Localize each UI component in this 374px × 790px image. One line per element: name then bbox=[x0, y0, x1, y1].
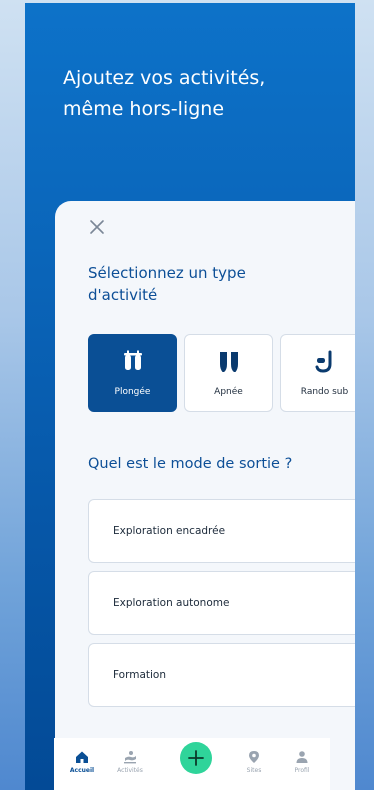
plus-icon bbox=[188, 750, 204, 766]
profile-icon bbox=[296, 751, 308, 763]
mode-option-exploration-encadree[interactable]: Exploration encadrée bbox=[88, 499, 355, 563]
promo-panel: Ajoutez vos activités, même hors-ligne S… bbox=[25, 3, 355, 790]
nav-item-accueil[interactable]: Accueil bbox=[62, 750, 102, 774]
activity-type-rando-sub[interactable]: Rando sub bbox=[280, 334, 355, 412]
activity-type-label: Apnée bbox=[214, 387, 243, 397]
add-activity-sheet: Sélectionnez un type d'activité Plongée … bbox=[55, 201, 355, 790]
nav-label: Accueil bbox=[69, 767, 95, 774]
sheet-title: Sélectionnez un type d'activité bbox=[88, 264, 246, 304]
nav-item-profil[interactable]: Profil bbox=[282, 750, 322, 774]
mode-option-label: Formation bbox=[113, 669, 166, 681]
activity-type-selector: Plongée Apnée Rando sub bbox=[88, 334, 355, 412]
mode-option-formation[interactable]: Formation bbox=[88, 643, 355, 707]
activities-icon bbox=[124, 751, 136, 764]
mode-option-label: Exploration encadrée bbox=[113, 525, 226, 537]
close-button[interactable] bbox=[88, 218, 106, 236]
location-pin-icon bbox=[249, 751, 259, 763]
nav-item-activites[interactable]: Activités bbox=[110, 750, 150, 774]
add-activity-button[interactable] bbox=[180, 742, 212, 774]
snorkel-icon bbox=[315, 350, 331, 373]
bottom-navigation: Accueil Activités Sites Profil bbox=[54, 738, 330, 790]
activity-type-plongee[interactable]: Plongée bbox=[88, 334, 177, 412]
mode-option-label: Exploration autonome bbox=[113, 597, 230, 609]
nav-item-sites[interactable]: Sites bbox=[234, 750, 274, 774]
activity-type-label: Rando sub bbox=[300, 387, 349, 397]
activity-type-label: Plongée bbox=[114, 387, 151, 397]
mode-question: Quel est le mode de sortie ? bbox=[88, 456, 293, 472]
mode-option-exploration-autonome[interactable]: Exploration autonome bbox=[88, 571, 355, 635]
nav-label: Activités bbox=[117, 767, 143, 774]
close-icon bbox=[90, 220, 104, 234]
nav-label: Profil bbox=[294, 767, 310, 774]
nav-label: Sites bbox=[246, 767, 262, 774]
home-icon bbox=[76, 751, 88, 763]
diving-tanks-icon bbox=[123, 350, 142, 370]
promo-headline: Ajoutez vos activités, même hors-ligne bbox=[63, 67, 266, 120]
fins-icon bbox=[219, 352, 238, 372]
activity-type-apnee[interactable]: Apnée bbox=[184, 334, 273, 412]
